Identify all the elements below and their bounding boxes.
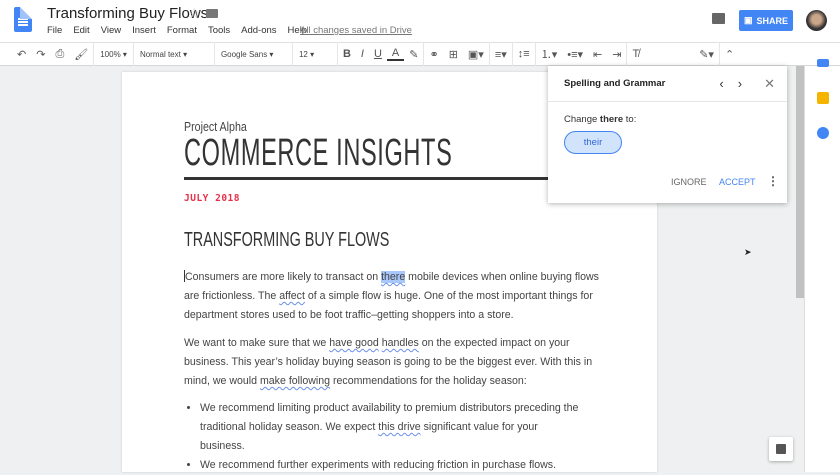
font-size-value: 12 — [298, 49, 308, 59]
image-icon[interactable]: ▣▾ — [463, 48, 489, 61]
zoom-value: 100% — [100, 49, 121, 59]
accept-button[interactable]: ACCEPT — [719, 177, 756, 187]
decrease-indent-icon[interactable]: ⇤ — [588, 48, 607, 61]
change-prompt: Change there to: — [564, 114, 637, 125]
header: Transforming Buy Flows ☆ File Edit View … — [0, 0, 840, 42]
toolbar: ↶ ↷ ⎙ 🖌 100% ▾ Normal text ▾ Google Sans… — [0, 42, 840, 66]
bold-icon[interactable]: B — [338, 48, 356, 60]
share-label: SHARE — [756, 15, 789, 26]
menu-file[interactable]: File — [47, 25, 62, 36]
next-icon[interactable]: › — [738, 76, 742, 92]
link-icon[interactable]: ⚭ — [424, 48, 443, 61]
doc-title: COMMERCE INSIGHTS — [184, 132, 453, 174]
bulleted-list-icon[interactable]: •≡▾ — [562, 48, 588, 61]
paragraph-1[interactable]: Consumers are more likely to transact on… — [184, 268, 604, 325]
side-panel — [804, 59, 840, 472]
menu-insert[interactable]: Insert — [132, 25, 156, 36]
align-icon[interactable]: ≡▾ — [490, 48, 512, 61]
text-color-icon[interactable]: A — [386, 47, 405, 61]
zoom-select[interactable]: 100% ▾ — [94, 50, 133, 59]
comments-icon[interactable] — [712, 13, 725, 24]
print-icon[interactable]: ⎙ — [50, 48, 69, 61]
mouse-pointer-icon: ➤ — [744, 247, 752, 257]
font-size-select[interactable]: 12 ▾ — [293, 50, 337, 59]
explore-button[interactable] — [769, 437, 793, 461]
grammar-make-following[interactable]: make following — [260, 375, 330, 387]
folder-icon[interactable] — [206, 9, 218, 18]
suggestion-chip[interactable]: their — [564, 131, 622, 154]
dialog-title: Spelling and Grammar — [564, 78, 666, 89]
font-select[interactable]: Google Sans ▾ — [215, 50, 292, 59]
style-select[interactable]: Normal text ▾ — [134, 50, 214, 59]
menu-tools[interactable]: Tools — [208, 25, 230, 36]
menu-bar: File Edit View Insert Format Tools Add-o… — [47, 25, 307, 36]
more-options-icon[interactable]: ⋮ — [767, 174, 779, 188]
style-value: Normal text — [139, 49, 181, 59]
close-icon[interactable]: ✕ — [764, 76, 775, 92]
menu-edit[interactable]: Edit — [73, 25, 89, 36]
grammar-handles[interactable]: handles — [382, 337, 419, 349]
doc-heading: TRANSFORMING BUY FLOWS — [184, 229, 390, 251]
collapse-icon[interactable]: ⌃ — [720, 48, 739, 61]
menu-format[interactable]: Format — [167, 25, 197, 36]
underline-icon[interactable]: U — [369, 48, 387, 60]
increase-indent-icon[interactable]: ⇥ — [607, 48, 626, 61]
line-spacing-icon[interactable]: ↕≡ — [513, 48, 535, 60]
italic-icon[interactable]: I — [356, 48, 369, 60]
highlight-icon[interactable]: ✎ — [404, 48, 423, 61]
share-lock-icon: ▣ — [743, 15, 753, 25]
paint-format-icon[interactable]: 🖌 — [69, 48, 93, 61]
undo-icon[interactable]: ↶ — [12, 48, 31, 61]
spelling-grammar-dialog: Spelling and Grammar ‹ › ✕ Change there … — [548, 66, 787, 203]
doc-date: JULY 2018 — [184, 193, 240, 204]
scrollbar-thumb[interactable] — [796, 66, 804, 298]
numbered-list-icon[interactable]: ⒈▾ — [536, 46, 563, 62]
grammar-have-good[interactable]: have good — [329, 337, 378, 349]
menu-addons[interactable]: Add-ons — [241, 25, 276, 36]
clear-formatting-icon[interactable]: T̸ — [627, 48, 644, 60]
keep-icon[interactable] — [817, 92, 829, 104]
ignore-button[interactable]: IGNORE — [671, 177, 707, 187]
misspelled-there[interactable]: there — [381, 271, 406, 283]
tasks-icon[interactable] — [817, 127, 829, 139]
recommendations-list: We recommend limiting product availabili… — [185, 399, 585, 475]
star-icon[interactable]: ☆ — [188, 5, 201, 22]
docs-logo-icon[interactable] — [14, 7, 32, 32]
list-item[interactable]: We recommend further experiments with re… — [200, 456, 585, 475]
add-comment-icon[interactable]: ⊞ — [444, 48, 463, 61]
paragraph-2[interactable]: We want to make sure that we have good h… — [184, 334, 604, 391]
list-item[interactable]: We recommend limiting product availabili… — [200, 399, 585, 456]
calendar-icon[interactable] — [817, 59, 829, 67]
share-button[interactable]: ▣ SHARE — [739, 10, 793, 31]
document-title[interactable]: Transforming Buy Flows — [47, 5, 208, 22]
grammar-this-drive[interactable]: this drive — [378, 421, 420, 433]
misspelled-affect[interactable]: affect — [279, 290, 305, 302]
menu-view[interactable]: View — [101, 25, 121, 36]
redo-icon[interactable]: ↷ — [31, 48, 50, 61]
save-status[interactable]: All changes saved in Drive — [300, 25, 412, 36]
avatar[interactable] — [806, 10, 827, 31]
previous-icon[interactable]: ‹ — [719, 76, 723, 92]
editing-mode-icon[interactable]: ✎▾ — [694, 48, 719, 61]
font-value: Google Sans — [220, 49, 268, 59]
